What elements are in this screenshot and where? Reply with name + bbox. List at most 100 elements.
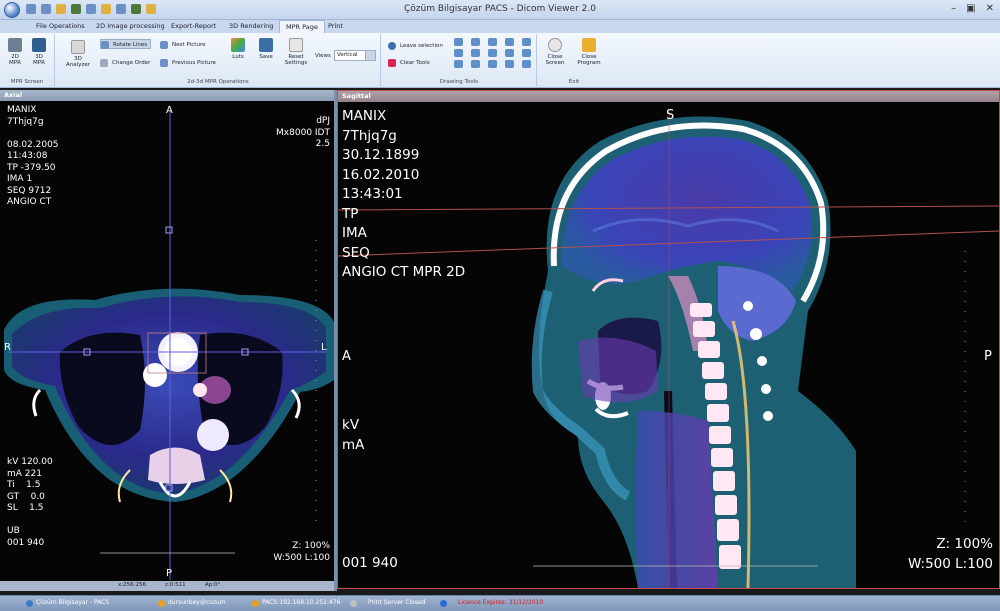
arrow-tool-icon[interactable]: [471, 38, 480, 46]
cursor-icon: [388, 42, 396, 50]
ribbon: 2D MPR 3D MPR MPR Screen 3D Analyzer Rot…: [0, 33, 1000, 88]
drawing-tool-grid: [454, 38, 534, 68]
change-order-button[interactable]: Change Order: [100, 58, 150, 68]
rotate-tool-icon[interactable]: [488, 60, 497, 68]
3d-analyzer-button[interactable]: 3D Analyzer: [64, 40, 92, 68]
close-screen-button[interactable]: Close Screen: [542, 38, 568, 66]
angle-readout: Ap:0°: [205, 582, 221, 588]
sagittal-orientation-top: S: [666, 108, 675, 123]
user-icon: [158, 600, 165, 607]
zoom-tool-icon[interactable]: [471, 60, 480, 68]
group-mpr-operations: 3D Analyzer Rotate Lines Change Order Ne…: [56, 34, 381, 86]
window-controls: – ▣ ✕: [951, 3, 994, 14]
status-user: dursunbey@cozum: [168, 599, 226, 606]
axial-orientation-top: A: [166, 105, 173, 116]
restore-icon[interactable]: ▣: [966, 3, 975, 14]
sagittal-orientation-left: A: [342, 349, 351, 364]
pan-tool-icon[interactable]: [454, 60, 463, 68]
printer-icon: [350, 600, 357, 607]
tab-mpr-page[interactable]: MPR Page: [279, 20, 325, 33]
axial-orientation-right: L: [321, 342, 327, 353]
axial-orientation-bottom: P: [166, 568, 173, 579]
text-tool-icon[interactable]: [454, 49, 463, 57]
axial-patient-info: MANIX 7Thjq7g 08.02.2005 11:43:08 TP -37…: [7, 105, 59, 207]
analyzer-icon: [71, 40, 85, 54]
eraser-icon: [388, 59, 396, 67]
status-pacs-address: PACS:192.168.10.251:476: [262, 599, 341, 606]
tab-file-operations[interactable]: File Operations: [30, 20, 91, 33]
exit-door-icon: [582, 38, 596, 52]
polygon-tool-icon[interactable]: [488, 49, 497, 57]
power-icon: [548, 38, 562, 52]
luts-button[interactable]: Luts: [228, 38, 248, 60]
tab-print[interactable]: Print: [322, 20, 349, 33]
app-icon: [26, 600, 33, 607]
previous-picture-button[interactable]: Previous Picture: [160, 58, 216, 68]
angle-tool-icon[interactable]: [522, 38, 531, 46]
window-tool-icon[interactable]: [522, 60, 531, 68]
roi-tool-icon[interactable]: [505, 49, 514, 57]
status-app-name: Çözüm Bilgisayar - PACS: [36, 599, 110, 606]
sagittal-acquisition-info: kV mA: [342, 417, 365, 453]
axial-device-info: dPJ Mx8000 IDT 2.5: [276, 116, 330, 149]
group-label: Drawing Tools: [439, 79, 479, 85]
ellipse-tool-icon[interactable]: [505, 38, 514, 46]
next-picture-button[interactable]: Next Picture: [160, 40, 205, 50]
tab-2d-image-processing[interactable]: 2D Image processing: [90, 20, 171, 33]
group-label: MPR Screen: [10, 79, 44, 85]
3d-mpr-button[interactable]: 3D MPR: [28, 38, 50, 66]
2d-mpr-button[interactable]: 2D MPR: [4, 38, 26, 66]
group-exit: Close Screen Close Program Exit: [538, 34, 610, 86]
z-coordinate: z:0:511: [165, 582, 186, 588]
tab-3d-rendering[interactable]: 3D Rendering: [223, 20, 279, 33]
group-mpr-screen: 2D MPR 3D MPR MPR Screen: [0, 34, 55, 86]
axial-viewport[interactable]: Axial MANIX 7Thjq7g 08.02.2005 11:43:08 …: [0, 90, 334, 589]
axial-orientation-left: R: [4, 342, 11, 353]
rotate-icon: [101, 41, 109, 49]
close-icon[interactable]: ✕: [986, 3, 994, 14]
reset-settings-button[interactable]: Reset Settings: [282, 38, 310, 66]
sagittal-series-number: 001 940: [342, 555, 398, 571]
save-icon: [259, 38, 273, 52]
cube-icon: [32, 38, 46, 52]
axial-zoom-window: Z: 100% W:500 L:100: [273, 541, 330, 563]
info-icon: [440, 600, 447, 607]
rectangle-tool-icon[interactable]: [488, 38, 497, 46]
leave-selection-button[interactable]: Leave selection: [388, 41, 443, 51]
views-select[interactable]: Vertical: [334, 50, 376, 61]
flip-tool-icon[interactable]: [505, 60, 514, 68]
sagittal-viewport[interactable]: Sagittal MANIX 7Thjq7g 30.12.1899 16.02.…: [337, 90, 1000, 589]
point-tool-icon[interactable]: [522, 49, 531, 57]
previous-icon: [160, 59, 168, 67]
swap-icon: [100, 59, 108, 67]
views-label: Views: [315, 53, 331, 59]
window-title: Çözüm Bilgisayar PACS - Dicom Viewer 2.0: [404, 4, 596, 14]
sagittal-orientation-right: P: [984, 349, 992, 364]
status-bar: Çözüm Bilgisayar - PACS dursunbey@cozum …: [0, 595, 1000, 611]
sagittal-patient-info: MANIX 7Thjq7g 30.12.1899 16.02.2010 13:4…: [342, 108, 466, 280]
group-label: Exit: [568, 79, 580, 85]
palette-icon: [231, 38, 245, 52]
group-drawing-tools: Leave selection Clear Tools Drawing Tool…: [382, 34, 537, 86]
title-bar: Çözüm Bilgisayar PACS - Dicom Viewer 2.0…: [0, 0, 1000, 20]
minimize-icon[interactable]: –: [951, 3, 956, 14]
status-print-server: Print Server Closed: [368, 599, 426, 606]
ruler-tool-icon[interactable]: [471, 49, 480, 57]
xy-coordinate: x:256:256: [118, 582, 146, 588]
ribbon-tabs: File Operations 2D Image processing Expo…: [0, 20, 1000, 33]
clear-tools-button[interactable]: Clear Tools: [388, 58, 430, 68]
next-icon: [160, 41, 168, 49]
rotate-lines-button[interactable]: Rotate Lines: [100, 39, 152, 49]
grid-icon: [8, 38, 22, 52]
reset-icon: [289, 38, 303, 52]
server-icon: [252, 600, 259, 607]
sagittal-zoom-window: Z: 100% W:500 L:100: [907, 536, 993, 572]
axial-acquisition-info: kV 120.00 mA 221 Ti 1.5 GT 0.0 SL 1.5 UB…: [7, 457, 53, 548]
status-licence-warning: Licence Expires: 31/12/2010: [458, 599, 544, 606]
group-label: 2d-3d MPR Operations: [187, 79, 249, 85]
axial-coordinate-bar: x:256:256 z:0:511 Ap:0°: [0, 581, 334, 591]
close-program-button[interactable]: Close Program: [574, 38, 604, 66]
tab-export-report[interactable]: Export-Report: [165, 20, 222, 33]
line-tool-icon[interactable]: [454, 38, 463, 46]
save-button[interactable]: Save: [256, 38, 276, 60]
